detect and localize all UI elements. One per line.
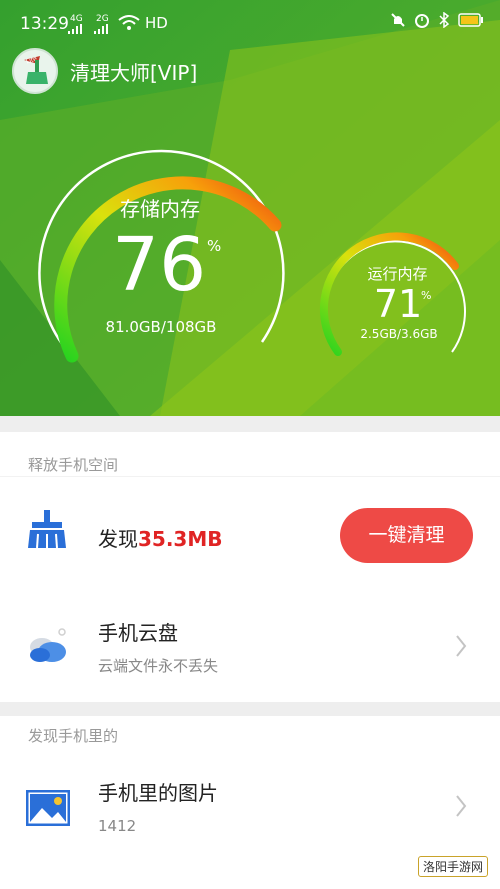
pictures-title: 手机里的图片	[98, 781, 218, 805]
ram-label: 运行内存	[367, 265, 428, 283]
storage-percent-unit: %	[207, 237, 222, 255]
app-title: 清理大师[VIP]	[70, 61, 198, 85]
network-4g: 4G	[70, 14, 83, 24]
pictures-row[interactable]: 手机里的图片 1412	[0, 760, 500, 855]
network-2g: 2G	[96, 14, 109, 24]
section-title-discover: 发现手机里的	[28, 727, 119, 745]
bluetooth-icon	[439, 12, 450, 28]
status-bar: 13:29 4G 2G HD	[0, 0, 500, 48]
cloud-drive-title: 手机云盘	[98, 621, 178, 645]
broom-clean-icon	[28, 510, 66, 549]
pictures-count: 1412	[98, 817, 137, 835]
chevron-right-icon	[456, 635, 467, 657]
picture-icon	[26, 790, 70, 826]
battery-icon	[458, 13, 483, 27]
status-time: 13:29	[20, 14, 69, 34]
signal-icon	[68, 24, 82, 34]
hd-indicator: HD	[145, 14, 168, 32]
section-title-free-space: 释放手机空间	[28, 456, 119, 474]
cloud-icon	[30, 628, 66, 662]
wifi-icon	[118, 15, 140, 30]
app-logo[interactable]: Lite	[12, 48, 58, 94]
chevron-right-icon-2	[456, 795, 467, 817]
storage-label: 存储内存	[120, 197, 200, 221]
found-size: 35.3MB	[138, 527, 223, 551]
ram-detail: 2.5GB/3.6GB	[360, 327, 438, 341]
cloud-drive-subtitle: 云端文件永不丢失	[98, 657, 219, 675]
found-junk-text: 发现35.3MB	[98, 523, 223, 552]
storage-detail: 81.0GB/108GB	[105, 318, 217, 336]
hero-panel: 13:29 4G 2G HD Lite 清理大师[VIP] 存储内存 76 % …	[0, 0, 500, 416]
mute-icon	[391, 13, 405, 27]
signal-icon-2	[94, 24, 108, 34]
watermark: 洛阳手游网	[417, 856, 488, 877]
found-prefix: 发现	[98, 527, 138, 551]
one-click-clean-button[interactable]: 一键清理	[340, 508, 473, 563]
broom-icon: Lite	[24, 55, 48, 84]
cloud-drive-row[interactable]: 手机云盘 云端文件永不丢失	[0, 595, 500, 700]
ram-percent-unit: %	[421, 289, 432, 302]
alarm-icon	[415, 14, 429, 28]
ram-percent: 71	[373, 282, 423, 326]
storage-percent: 76	[112, 222, 207, 308]
